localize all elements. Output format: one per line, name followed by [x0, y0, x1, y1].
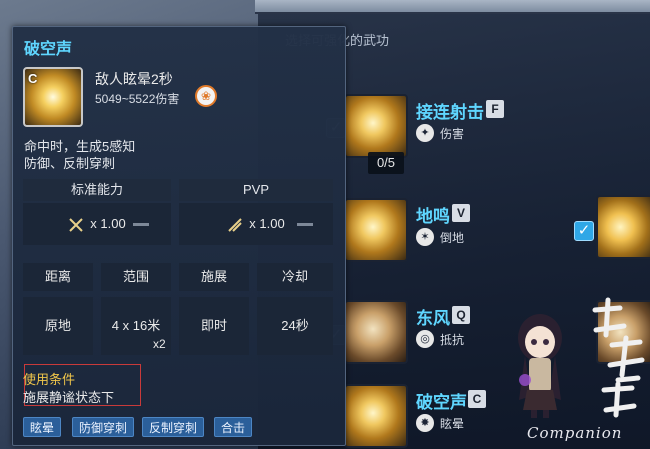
stat-value-range: 原地	[23, 297, 93, 355]
stat-value-cooldown: 24秒	[257, 297, 333, 355]
tag-defense-pierce: 防御穿刺	[72, 417, 135, 437]
skill-icon: C	[23, 67, 83, 127]
area-value: 4 x 16米	[111, 318, 161, 333]
damage-icon: ✦	[416, 124, 434, 142]
skill-icon-dongfeng	[344, 300, 408, 364]
stat-value-cast: 即时	[179, 297, 249, 355]
skill-description: 命中时，生成5感知 防御、反制穿刺	[24, 138, 324, 172]
skill-name: 东风	[416, 309, 450, 328]
keybind-badge: C	[468, 390, 486, 408]
multiplier-value: x 1.00	[249, 216, 285, 231]
paw-icon: ❀	[195, 85, 217, 107]
dash-indicator	[297, 223, 313, 226]
knockdown-icon: ✶	[416, 228, 434, 246]
tag-stun: 眩晕	[23, 417, 62, 437]
skill-icon-pokongsheng	[344, 384, 408, 448]
keybind-badge: V	[452, 204, 470, 222]
skill-name: 接连射击	[416, 103, 484, 122]
stat-label-range: 距离	[23, 263, 93, 291]
dash-indicator	[133, 223, 149, 226]
panel-top-frame	[255, 0, 650, 14]
resist-icon: ◎	[416, 330, 434, 348]
tag-combo: 合击	[214, 417, 253, 437]
skill-name: 破空声	[416, 393, 467, 412]
pvp-icon	[228, 217, 242, 232]
condition-title: 使用条件	[23, 372, 76, 387]
skill-effect: 敌人眩晕2秒	[95, 71, 173, 87]
stat-label-cooldown: 冷却	[257, 263, 333, 291]
multiplier-value: x 1.00	[90, 216, 126, 231]
stat-label-cast: 施展	[179, 263, 249, 291]
keybind-badge: Q	[452, 306, 470, 324]
keybind-badge: F	[486, 100, 504, 118]
skill-row-jielian[interactable]: 0/5 接连射击 F ✦ 伤害	[340, 94, 650, 176]
skill-effect-label: 倒地	[440, 231, 465, 245]
skill-effect-label: 伤害	[440, 127, 465, 141]
skill-count: 0/5	[368, 152, 404, 174]
header-standard: 标准能力	[23, 179, 171, 201]
skill-damage: 5049~5522伤害	[95, 92, 180, 106]
skill-icon-right[interactable]	[596, 300, 650, 364]
tag-counter-pierce: 反制穿刺	[142, 417, 205, 437]
skill-name: 地鸣	[416, 207, 450, 226]
condition-text: 施展静谧状态下	[23, 390, 115, 405]
area-multiplier: x2	[153, 337, 166, 351]
skill-effect-label: 眩晕	[440, 417, 465, 431]
tooltip-title: 破空声	[24, 41, 73, 58]
stat-label-area: 范围	[101, 263, 171, 291]
skill-icon-dimin	[344, 198, 408, 262]
skill-checkbox[interactable]: ✓	[574, 221, 594, 241]
skill-effect-label: 抵抗	[440, 333, 465, 347]
description-line: 命中时，生成5感知	[24, 139, 136, 154]
skill-icon-letter: C	[28, 71, 38, 86]
crossed-swords-icon	[69, 217, 83, 232]
description-line: 防御、反制穿刺	[24, 156, 116, 171]
header-pvp: PVP	[179, 179, 333, 201]
skill-tooltip: 破空声 C 敌人眩晕2秒 5049~5522伤害 ❀ 命中时，生成5感知 防御、…	[12, 26, 346, 446]
watermark-text: Companion	[527, 424, 623, 442]
skill-icon-jielian	[344, 94, 408, 158]
stun-icon: ✸	[416, 414, 434, 432]
skill-icon-right[interactable]	[596, 195, 650, 259]
mascot-watermark-image	[518, 314, 562, 418]
